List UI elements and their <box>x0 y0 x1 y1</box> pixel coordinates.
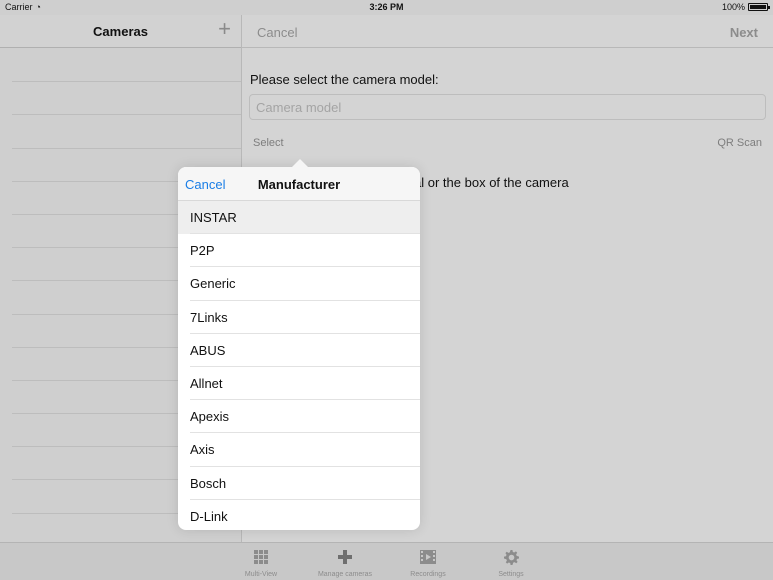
status-time: 3:26 PM <box>369 2 404 12</box>
popover-header: Cancel Manufacturer <box>178 167 420 201</box>
empty-row <box>12 115 241 149</box>
manufacturer-item[interactable]: Allnet <box>178 367 420 401</box>
battery-percent: 100% <box>721 2 745 12</box>
manufacturer-item[interactable]: 7Links <box>178 301 420 334</box>
camera-model-prompt: Please select the camera model: <box>250 72 439 87</box>
manufacturer-item[interactable]: Bosch <box>178 467 420 500</box>
camera-model-input[interactable] <box>249 94 766 120</box>
manufacturer-item[interactable]: INSTAR <box>178 201 420 235</box>
manufacturer-item[interactable]: D-Link <box>178 500 420 533</box>
tab-label: Settings <box>498 571 524 578</box>
grid-icon <box>221 548 301 566</box>
tab-recordings[interactable]: Recordings <box>388 548 468 578</box>
gear-icon <box>471 548 551 566</box>
manufacturer-item[interactable]: P2P <box>178 234 420 268</box>
manufacturer-item[interactable]: ABUS <box>178 334 420 368</box>
next-button[interactable]: Next <box>730 25 758 40</box>
manufacturer-item[interactable]: Generic <box>178 267 420 301</box>
empty-row <box>12 49 241 83</box>
cameras-nav-bar: Cameras + <box>0 15 241 48</box>
tab-bar: Multi-View Manage cameras Recordings Set… <box>0 542 773 580</box>
battery-icon <box>748 3 770 11</box>
cameras-title: Cameras <box>93 24 148 39</box>
tab-multi-view[interactable]: Multi-View <box>221 548 301 578</box>
tab-label: Multi-View <box>244 571 278 578</box>
qr-scan-button[interactable]: QR Scan <box>717 137 762 149</box>
manufacturer-item[interactable]: Axis <box>178 433 420 467</box>
plus-icon <box>305 548 385 566</box>
manufacturer-popover: Cancel Manufacturer INSTAR P2P Generic 7Lin… <box>178 159 420 533</box>
select-button[interactable]: Select <box>253 137 284 149</box>
tab-label: Recordings <box>410 571 446 578</box>
cancel-button[interactable]: Cancel <box>257 25 297 40</box>
tab-label: Manage cameras <box>317 571 373 578</box>
detail-nav-bar: Cancel Next <box>242 15 773 48</box>
status-bar: Carrier ◔ 3:26 PM 100% <box>0 0 773 15</box>
tab-manage-cameras[interactable]: Manage cameras <box>305 548 385 578</box>
film-icon <box>388 548 468 566</box>
add-camera-button[interactable]: + <box>218 18 231 40</box>
battery-indicator: 100% <box>721 2 770 12</box>
popover-title: Manufacturer <box>257 177 341 192</box>
manufacturer-item[interactable]: Apexis <box>178 400 420 434</box>
tab-settings[interactable]: Settings <box>471 548 551 578</box>
empty-row <box>12 82 241 116</box>
manufacturer-list: INSTAR P2P Generic 7Links ABUS Allnet Apexis Ax… <box>178 201 420 533</box>
